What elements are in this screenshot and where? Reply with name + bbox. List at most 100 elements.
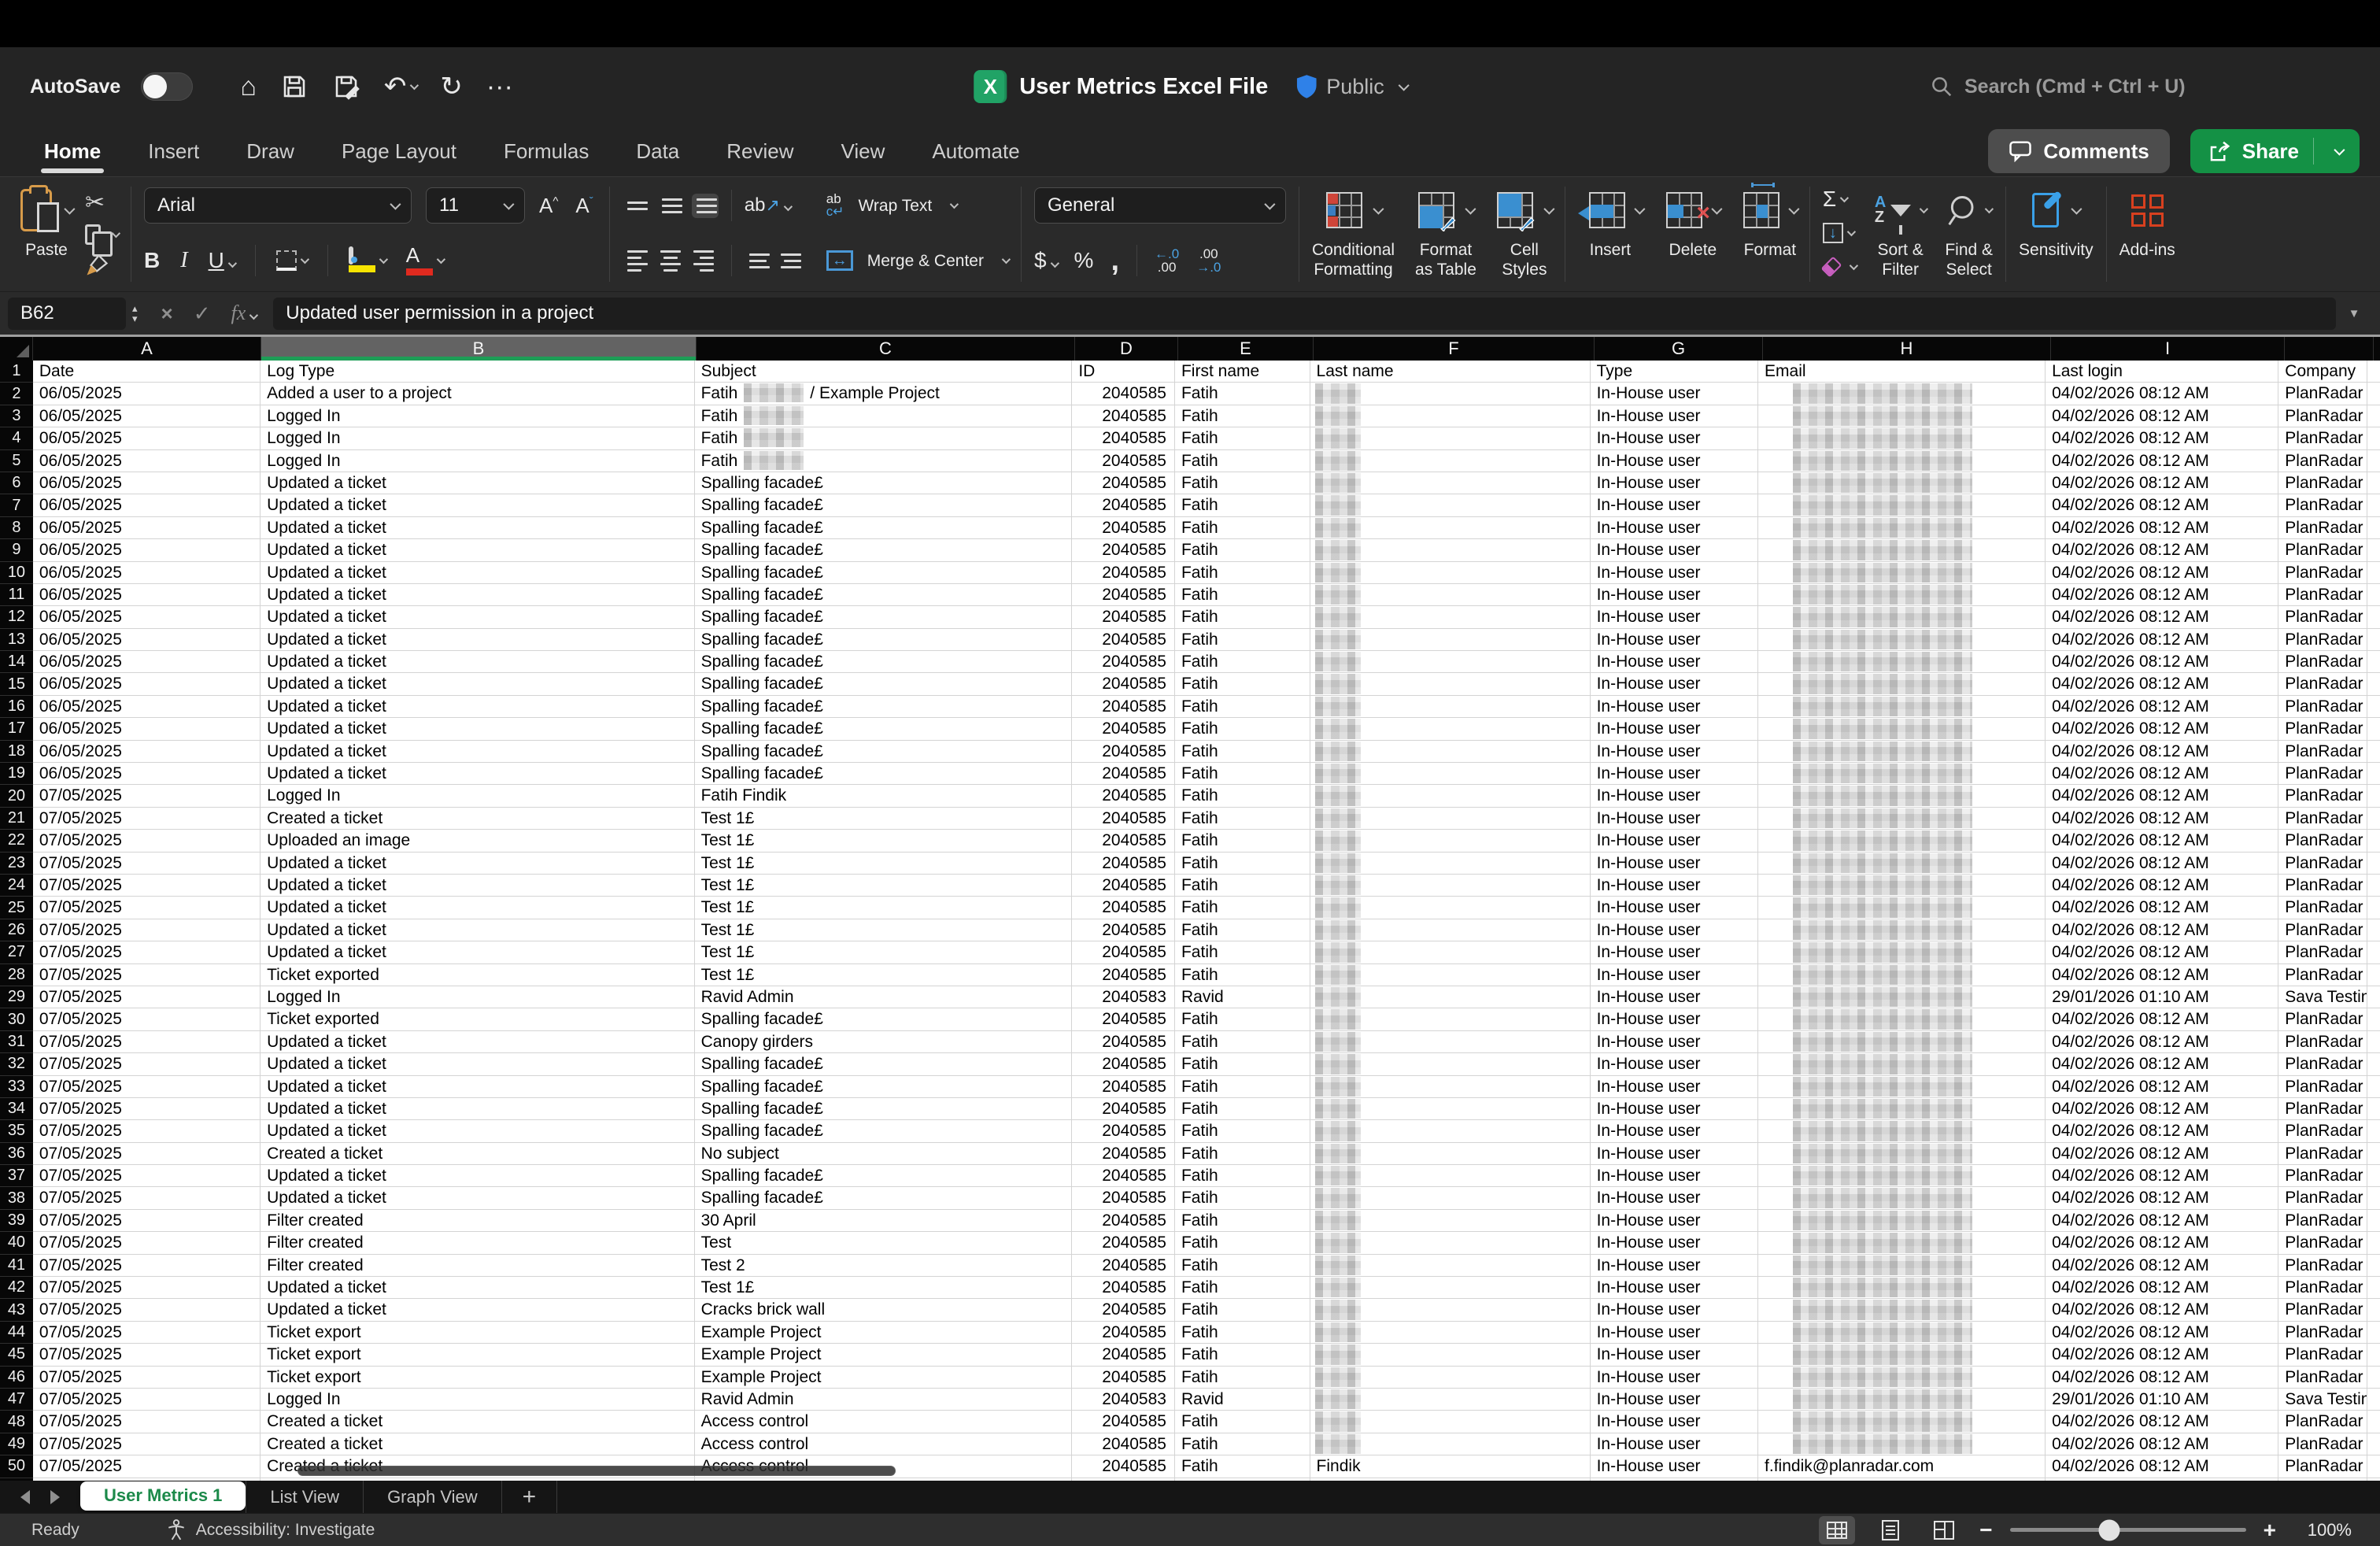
cell-company[interactable]: PlanRadar: [2278, 1187, 2367, 1209]
cell-log-type[interactable]: Logged In: [261, 1389, 695, 1411]
row-number[interactable]: 14: [0, 651, 33, 673]
cell-email[interactable]: [1758, 1389, 2046, 1411]
cell-company[interactable]: PlanRadar: [2278, 629, 2367, 651]
cell-subject[interactable]: Spalling facade£: [695, 1165, 1073, 1187]
cell-log-type[interactable]: Logged In: [261, 405, 695, 427]
cell-overflow[interactable]: [2367, 1344, 2380, 1366]
cell-type[interactable]: In-House user: [1591, 1344, 1758, 1366]
cell-email[interactable]: [1758, 673, 2046, 695]
save-as-icon[interactable]: [332, 72, 360, 101]
column-header-g[interactable]: G: [1595, 337, 1763, 361]
cell-type[interactable]: In-House user: [1591, 383, 1758, 405]
sensitivity-visibility[interactable]: Public: [1295, 74, 1406, 99]
cell-company[interactable]: PlanRadar: [2278, 741, 2367, 763]
cell-last-name[interactable]: [1310, 875, 1591, 897]
cell-overflow[interactable]: [2367, 539, 2380, 561]
row-number[interactable]: 33: [0, 1076, 33, 1098]
cell-type[interactable]: In-House user: [1591, 1277, 1758, 1299]
cell-company[interactable]: PlanRadar: [2278, 1098, 2367, 1120]
cell-subject[interactable]: Spalling facade£: [695, 539, 1073, 561]
wrap-text-button[interactable]: abc↵ Wrap Text: [826, 185, 1008, 226]
cell-first-name[interactable]: Fatih: [1175, 383, 1310, 405]
cell-company[interactable]: PlanRadar: [2278, 919, 2367, 941]
row-number[interactable]: 50: [0, 1455, 33, 1478]
cell-type[interactable]: In-House user: [1591, 1255, 1758, 1277]
row-number[interactable]: 32: [0, 1053, 33, 1075]
cell-company[interactable]: PlanRadar: [2278, 1322, 2367, 1344]
cell-id[interactable]: 2040585: [1072, 1143, 1175, 1165]
cell-log-type[interactable]: Created a ticket: [261, 1433, 695, 1455]
cell-first-name[interactable]: Fatih: [1175, 494, 1310, 516]
cell-last-login[interactable]: 04/02/2026 08:12 AM: [2046, 494, 2278, 516]
cell-company[interactable]: PlanRadar: [2278, 651, 2367, 673]
cell-date[interactable]: 07/05/2025: [33, 1053, 261, 1075]
cancel-button[interactable]: ×: [161, 301, 173, 326]
cell-date[interactable]: 07/05/2025: [33, 964, 261, 986]
cell-id[interactable]: 2040585: [1072, 651, 1175, 673]
cell-company[interactable]: Sava Testing: [2278, 986, 2367, 1008]
row-number[interactable]: 43: [0, 1299, 33, 1321]
cell-overflow[interactable]: [2367, 964, 2380, 986]
italic-button[interactable]: I: [180, 248, 187, 273]
cell-type[interactable]: In-House user: [1591, 941, 1758, 963]
cell-overflow[interactable]: [2367, 808, 2380, 830]
cell-first-name[interactable]: Fatih: [1175, 718, 1310, 740]
format-painter-button[interactable]: [85, 253, 118, 277]
align-bottom-button[interactable]: [692, 194, 719, 218]
cell-last-login[interactable]: 04/02/2026 08:12 AM: [2046, 1031, 2278, 1053]
cell-last-name[interactable]: [1310, 763, 1591, 785]
sheet-tab-list-view[interactable]: List View: [246, 1481, 364, 1513]
cell-type[interactable]: In-House user: [1591, 450, 1758, 472]
cell-subject[interactable]: Spalling facade£: [695, 606, 1073, 628]
cell-log-type[interactable]: Updated a ticket: [261, 651, 695, 673]
cell-type[interactable]: In-House user: [1591, 1143, 1758, 1165]
cell-overflow[interactable]: [2367, 1008, 2380, 1030]
cell-type[interactable]: In-House user: [1591, 696, 1758, 718]
cell-email[interactable]: f.findik@planradar.com: [1758, 1455, 2046, 1478]
column-header-i[interactable]: I: [2051, 337, 2285, 361]
font-name-select[interactable]: Arial: [144, 187, 412, 224]
cell-overflow[interactable]: [2367, 941, 2380, 963]
cell-log-type[interactable]: Updated a ticket: [261, 472, 695, 494]
cell-last-login[interactable]: 04/02/2026 08:12 AM: [2046, 517, 2278, 539]
cell-last-login[interactable]: 04/02/2026 08:12 AM: [2046, 651, 2278, 673]
row-number[interactable]: 2: [0, 383, 33, 405]
column-header-b[interactable]: B: [261, 337, 697, 361]
row-number[interactable]: 39: [0, 1210, 33, 1232]
cell-overflow[interactable]: [2367, 1367, 2380, 1389]
cell-email[interactable]: [1758, 1255, 2046, 1277]
cell-overflow[interactable]: [2367, 673, 2380, 695]
cell-subject[interactable]: Test 1£: [695, 830, 1073, 852]
cell-last-name[interactable]: [1310, 562, 1591, 584]
cell-subject[interactable]: Spalling facade£: [695, 494, 1073, 516]
cell-last-login[interactable]: 04/02/2026 08:12 AM: [2046, 1322, 2278, 1344]
accessibility-button[interactable]: Accessibility: Investigate: [166, 1519, 375, 1541]
cell-first-name[interactable]: Fatih: [1175, 1344, 1310, 1366]
cell-type[interactable]: In-House user: [1591, 875, 1758, 897]
cell-last-name[interactable]: [1310, 472, 1591, 494]
cell-first-name[interactable]: Fatih: [1175, 1299, 1310, 1321]
cell-date[interactable]: 07/05/2025: [33, 1255, 261, 1277]
cell-company[interactable]: PlanRadar: [2278, 1165, 2367, 1187]
cell-first-name[interactable]: Fatih: [1175, 1098, 1310, 1120]
row-number[interactable]: 6: [0, 472, 33, 494]
share-button[interactable]: Share: [2190, 129, 2360, 173]
cell-email[interactable]: [1758, 629, 2046, 651]
cell-overflow[interactable]: [2367, 919, 2380, 941]
row-number[interactable]: 11: [0, 584, 33, 606]
cell-date[interactable]: 07/05/2025: [33, 1076, 261, 1098]
cell-date[interactable]: 07/05/2025: [33, 853, 261, 875]
cell-subject[interactable]: Fatih: [695, 427, 1073, 449]
cell-email[interactable]: [1758, 405, 2046, 427]
cell-date[interactable]: 07/05/2025: [33, 1299, 261, 1321]
cell-overflow[interactable]: [2367, 741, 2380, 763]
cell-id[interactable]: 2040585: [1072, 696, 1175, 718]
cell-last-name[interactable]: [1310, 1232, 1591, 1254]
cell-id[interactable]: 2040585: [1072, 1076, 1175, 1098]
cell-last-login[interactable]: 04/02/2026 08:12 AM: [2046, 539, 2278, 561]
cell-last-login-header[interactable]: Last login: [2046, 361, 2278, 383]
cell-type[interactable]: In-House user: [1591, 539, 1758, 561]
cell-type[interactable]: In-House user: [1591, 1053, 1758, 1075]
cell-last-login[interactable]: 04/02/2026 08:12 AM: [2046, 830, 2278, 852]
home-icon[interactable]: ⌂: [240, 73, 257, 100]
